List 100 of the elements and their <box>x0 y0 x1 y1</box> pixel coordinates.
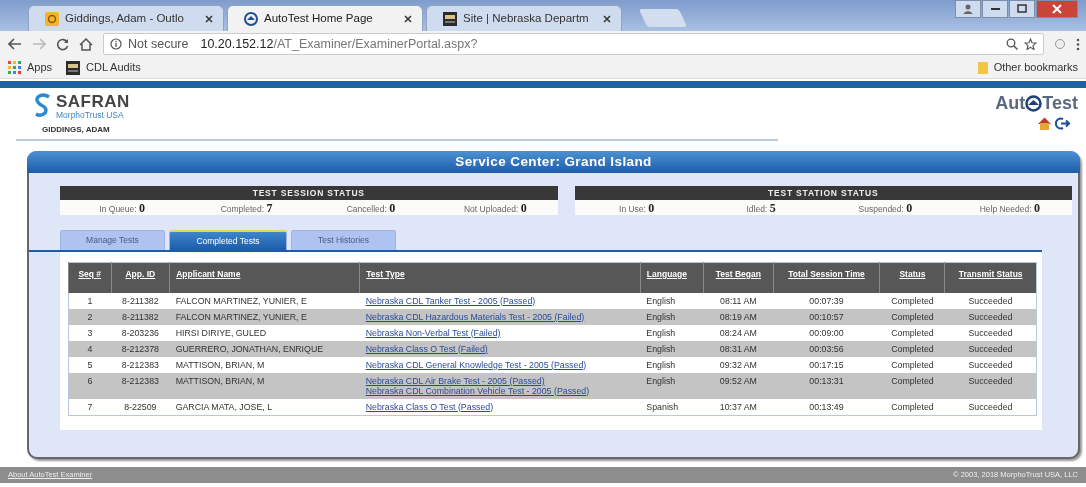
table-cell: 8-212383 <box>111 372 170 399</box>
test-link[interactable]: Nebraska CDL Combination Vehicle Test - 2005 (Passed) <box>365 385 635 396</box>
table-cell: 00:10:57 <box>773 308 880 325</box>
table-cell: Succeeded <box>944 308 1037 325</box>
column-header[interactable]: Test Began <box>703 262 774 293</box>
status-count: Help Needed: 0 <box>978 199 1041 217</box>
test-link[interactable]: Nebraska Class O Test (Passed) <box>365 401 635 412</box>
table-cell: English <box>640 324 704 341</box>
column-header[interactable]: Status <box>879 262 945 293</box>
table-cell: English <box>640 372 704 399</box>
star-icon[interactable] <box>1024 38 1037 50</box>
table-cell: 8-212383 <box>111 356 170 373</box>
table-cell: Succeeded <box>944 340 1037 357</box>
column-header[interactable]: Transmit Status <box>944 262 1037 293</box>
table-cell: 00:07:39 <box>773 292 880 309</box>
browser-tab[interactable]: Giddings, Adam - Outlo <box>28 5 224 31</box>
table-cell: Succeeded <box>944 372 1037 399</box>
column-header[interactable]: Test Type <box>359 262 641 293</box>
column-header[interactable]: Applicant Name <box>169 262 360 293</box>
user-icon <box>962 3 974 15</box>
tab[interactable]: Test Histories <box>291 230 396 250</box>
apps-grid-icon <box>8 61 21 74</box>
address-bar[interactable]: Not secure 10.20.152.12/AT_Examiner/ExaminerPortal.aspx? <box>103 33 1044 55</box>
test-link[interactable]: Nebraska CDL General Knowledge Test - 2005 (Passed) <box>365 359 635 370</box>
brand-subtitle: MorphoTrust USA <box>56 110 125 120</box>
steering-wheel-icon <box>244 11 258 26</box>
test-link[interactable]: Nebraska Non-Verbal Test (Failed) <box>365 327 635 338</box>
logout-icon[interactable] <box>1055 117 1070 130</box>
table-cell: 00:09:00 <box>773 324 880 341</box>
status-count: Cancelled: 0 <box>345 199 397 217</box>
column-header[interactable]: Total Session Time <box>773 262 880 293</box>
table-cell: HIRSI DIRIYE, GULED <box>169 324 360 341</box>
logo-icon <box>34 93 52 119</box>
menu-icon[interactable] <box>1076 37 1080 51</box>
table-cell: Succeeded <box>944 324 1037 341</box>
column-header[interactable]: Seq # <box>68 262 112 293</box>
bookmark-folder[interactable]: Other bookmarks <box>993 59 1078 76</box>
status-count: In Use: 0 <box>618 199 656 217</box>
table-cell: MATTISON, BRIAN, M <box>169 372 360 399</box>
close-button[interactable] <box>1036 0 1078 18</box>
table-cell: English <box>640 356 704 373</box>
table-cell: Succeeded <box>944 292 1037 309</box>
maximize-icon <box>1016 3 1028 15</box>
table-cell: Completed <box>879 340 945 357</box>
user-button[interactable] <box>955 0 981 18</box>
panel-title: Service Center: Grand Island <box>27 151 1080 173</box>
maximize-button[interactable] <box>1009 0 1035 18</box>
status-header: TEST STATION STATUS <box>574 186 1072 200</box>
browser-tab[interactable]: AutoTest Home Page <box>227 5 423 31</box>
table-cell: 09:32 AM <box>703 356 774 373</box>
back-icon[interactable] <box>8 38 22 50</box>
close-icon[interactable] <box>404 14 412 23</box>
status-count: Suspended: 0 <box>857 199 914 217</box>
table-cell: 5 <box>68 356 112 373</box>
table-cell: 3 <box>68 324 112 341</box>
bookmark[interactable]: Apps <box>27 59 53 76</box>
table-cell: Completed <box>879 398 945 415</box>
brand-name: SAFRAN <box>56 93 130 110</box>
table-cell: Completed <box>879 292 945 309</box>
table-cell: 2 <box>68 308 112 325</box>
zoom-icon[interactable] <box>1006 38 1018 50</box>
test-link[interactable]: Nebraska CDL Air Brake Test - 2005 (Passed) <box>365 375 635 386</box>
home-icon[interactable] <box>1038 117 1051 130</box>
table-cell: 08:31 AM <box>703 340 774 357</box>
table-cell: Completed <box>879 372 945 399</box>
table-cell: GARCIA MATA, JOSE, L <box>169 398 360 415</box>
status-count: In Queue: 0 <box>98 199 147 217</box>
table-cell: 4 <box>68 340 112 357</box>
reload-icon[interactable] <box>56 37 69 51</box>
status-count: Completed: 7 <box>219 199 274 217</box>
table-cell: MATTISON, BRIAN, M <box>169 356 360 373</box>
table-cell: 00:03:56 <box>773 340 880 357</box>
mail-app-icon <box>45 11 59 26</box>
table-cell: Completed <box>879 356 945 373</box>
table-cell: English <box>640 308 704 325</box>
folder-icon <box>977 61 988 74</box>
table-cell: English <box>640 292 704 309</box>
bookmark[interactable]: CDL Audits <box>86 59 141 76</box>
table-cell: Completed <box>879 308 945 325</box>
minimize-icon <box>990 8 1000 10</box>
table-cell: Spanish <box>640 398 704 415</box>
home-icon[interactable] <box>79 37 93 51</box>
close-icon[interactable] <box>205 14 213 23</box>
browser-tab[interactable]: Site | Nebraska Departm <box>426 5 622 31</box>
table-cell: 08:24 AM <box>703 324 774 341</box>
tab[interactable]: Manage Tests <box>60 230 165 250</box>
table-cell: 08:11 AM <box>703 292 774 309</box>
url-text: 10.20.152.12/AT_Examiner/ExaminerPortal.aspx? <box>200 35 478 53</box>
table-cell: 8-212378 <box>111 340 170 357</box>
close-icon[interactable] <box>603 14 611 23</box>
column-header[interactable]: App. ID <box>111 262 170 293</box>
tab[interactable]: Completed Tests <box>169 230 287 250</box>
table-cell: Succeeded <box>944 398 1037 415</box>
column-header[interactable]: Language <box>640 262 704 293</box>
test-link[interactable]: Nebraska CDL Tanker Test - 2005 (Passed) <box>365 295 635 306</box>
minimize-button[interactable] <box>982 0 1008 18</box>
table-cell: FALCON MARTINEZ, YUNIER, E <box>169 308 360 325</box>
table-cell: 8-22509 <box>111 398 170 415</box>
table-cell: 00:13:31 <box>773 372 880 399</box>
table-cell: 8-211382 <box>111 308 170 325</box>
